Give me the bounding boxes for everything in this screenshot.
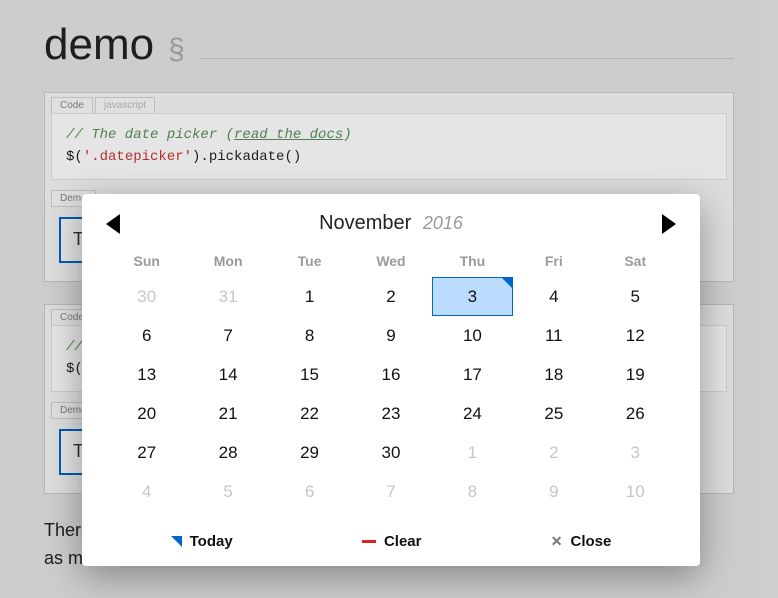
day-outside[interactable]: 3 <box>595 433 676 472</box>
day[interactable]: 21 <box>187 394 268 433</box>
section-symbol: § <box>168 33 185 67</box>
weekday-sun: Sun <box>106 245 187 277</box>
code-line2-str: '.datepicker' <box>83 149 192 165</box>
day-outside[interactable]: 30 <box>106 277 187 316</box>
weekday-tue: Tue <box>269 245 350 277</box>
day-outside[interactable]: 9 <box>513 472 594 511</box>
day-outside[interactable]: 2 <box>513 433 594 472</box>
code-tab-code[interactable]: Code <box>51 97 93 113</box>
day[interactable]: 11 <box>513 316 594 355</box>
code-comment-suffix: ) <box>343 127 351 143</box>
day[interactable]: 7 <box>187 316 268 355</box>
prev-month-button[interactable] <box>106 214 120 234</box>
calendar-days: 3031123456789101112131415161718192021222… <box>106 277 676 511</box>
day-outside[interactable]: 4 <box>106 472 187 511</box>
day[interactable]: 19 <box>595 355 676 394</box>
weekday-sat: Sat <box>595 245 676 277</box>
day[interactable]: 28 <box>187 433 268 472</box>
day[interactable]: 9 <box>350 316 431 355</box>
close-button[interactable]: ✕ Close <box>551 533 612 550</box>
today-label: Today <box>190 533 233 550</box>
clear-icon <box>362 540 376 543</box>
day[interactable]: 12 <box>595 316 676 355</box>
next-month-button[interactable] <box>662 214 676 234</box>
picker-title: November 2016 <box>120 212 662 235</box>
day-outside[interactable]: 8 <box>432 472 513 511</box>
code-area-1: // The date picker (read the docs) $('.d… <box>51 113 727 180</box>
day[interactable]: 25 <box>513 394 594 433</box>
day[interactable]: 24 <box>432 394 513 433</box>
weekday-fri: Fri <box>513 245 594 277</box>
picker-month: November <box>319 212 411 234</box>
body-text-2b: as m <box>44 548 83 568</box>
heading-rule <box>199 58 734 59</box>
day[interactable]: 22 <box>269 394 350 433</box>
day[interactable]: 29 <box>269 433 350 472</box>
code-comment-link[interactable]: read the docs <box>234 127 343 143</box>
day[interactable]: 26 <box>595 394 676 433</box>
day[interactable]: 23 <box>350 394 431 433</box>
day[interactable]: 1 <box>269 277 350 316</box>
today-button[interactable]: Today <box>171 533 233 550</box>
page-heading-row: demo § <box>44 20 734 70</box>
weekday-row: SunMonTueWedThuFriSat <box>106 245 676 277</box>
day-outside[interactable]: 7 <box>350 472 431 511</box>
day[interactable]: 8 <box>269 316 350 355</box>
day-outside[interactable]: 5 <box>187 472 268 511</box>
day[interactable]: 16 <box>350 355 431 394</box>
page-title: demo <box>44 20 154 70</box>
weekday-thu: Thu <box>432 245 513 277</box>
weekday-wed: Wed <box>350 245 431 277</box>
day[interactable]: 30 <box>350 433 431 472</box>
day-outside[interactable]: 31 <box>187 277 268 316</box>
day[interactable]: 18 <box>513 355 594 394</box>
clear-button[interactable]: Clear <box>362 533 422 550</box>
clear-label: Clear <box>384 533 422 550</box>
today-icon <box>171 536 182 547</box>
day[interactable]: 5 <box>595 277 676 316</box>
code-comment-prefix: // The date picker ( <box>66 127 234 143</box>
day-selected[interactable]: 3 <box>432 277 513 316</box>
weekday-mon: Mon <box>187 245 268 277</box>
code-line2-a: $( <box>66 149 83 165</box>
day[interactable]: 20 <box>106 394 187 433</box>
day-outside[interactable]: 6 <box>269 472 350 511</box>
datepicker-popup: November 2016 SunMonTueWedThuFriSat 3031… <box>82 194 700 566</box>
day[interactable]: 2 <box>350 277 431 316</box>
day[interactable]: 27 <box>106 433 187 472</box>
close-label: Close <box>570 533 611 550</box>
day[interactable]: 14 <box>187 355 268 394</box>
day[interactable]: 15 <box>269 355 350 394</box>
day[interactable]: 10 <box>432 316 513 355</box>
day[interactable]: 6 <box>106 316 187 355</box>
day-outside[interactable]: 10 <box>595 472 676 511</box>
day[interactable]: 4 <box>513 277 594 316</box>
close-icon: ✕ <box>551 533 563 550</box>
day[interactable]: 17 <box>432 355 513 394</box>
day-outside[interactable]: 1 <box>432 433 513 472</box>
day[interactable]: 13 <box>106 355 187 394</box>
code-tab-javascript[interactable]: javascript <box>95 97 155 113</box>
code-line2-b: ).pickadate() <box>192 149 301 165</box>
picker-year: 2016 <box>423 213 463 233</box>
